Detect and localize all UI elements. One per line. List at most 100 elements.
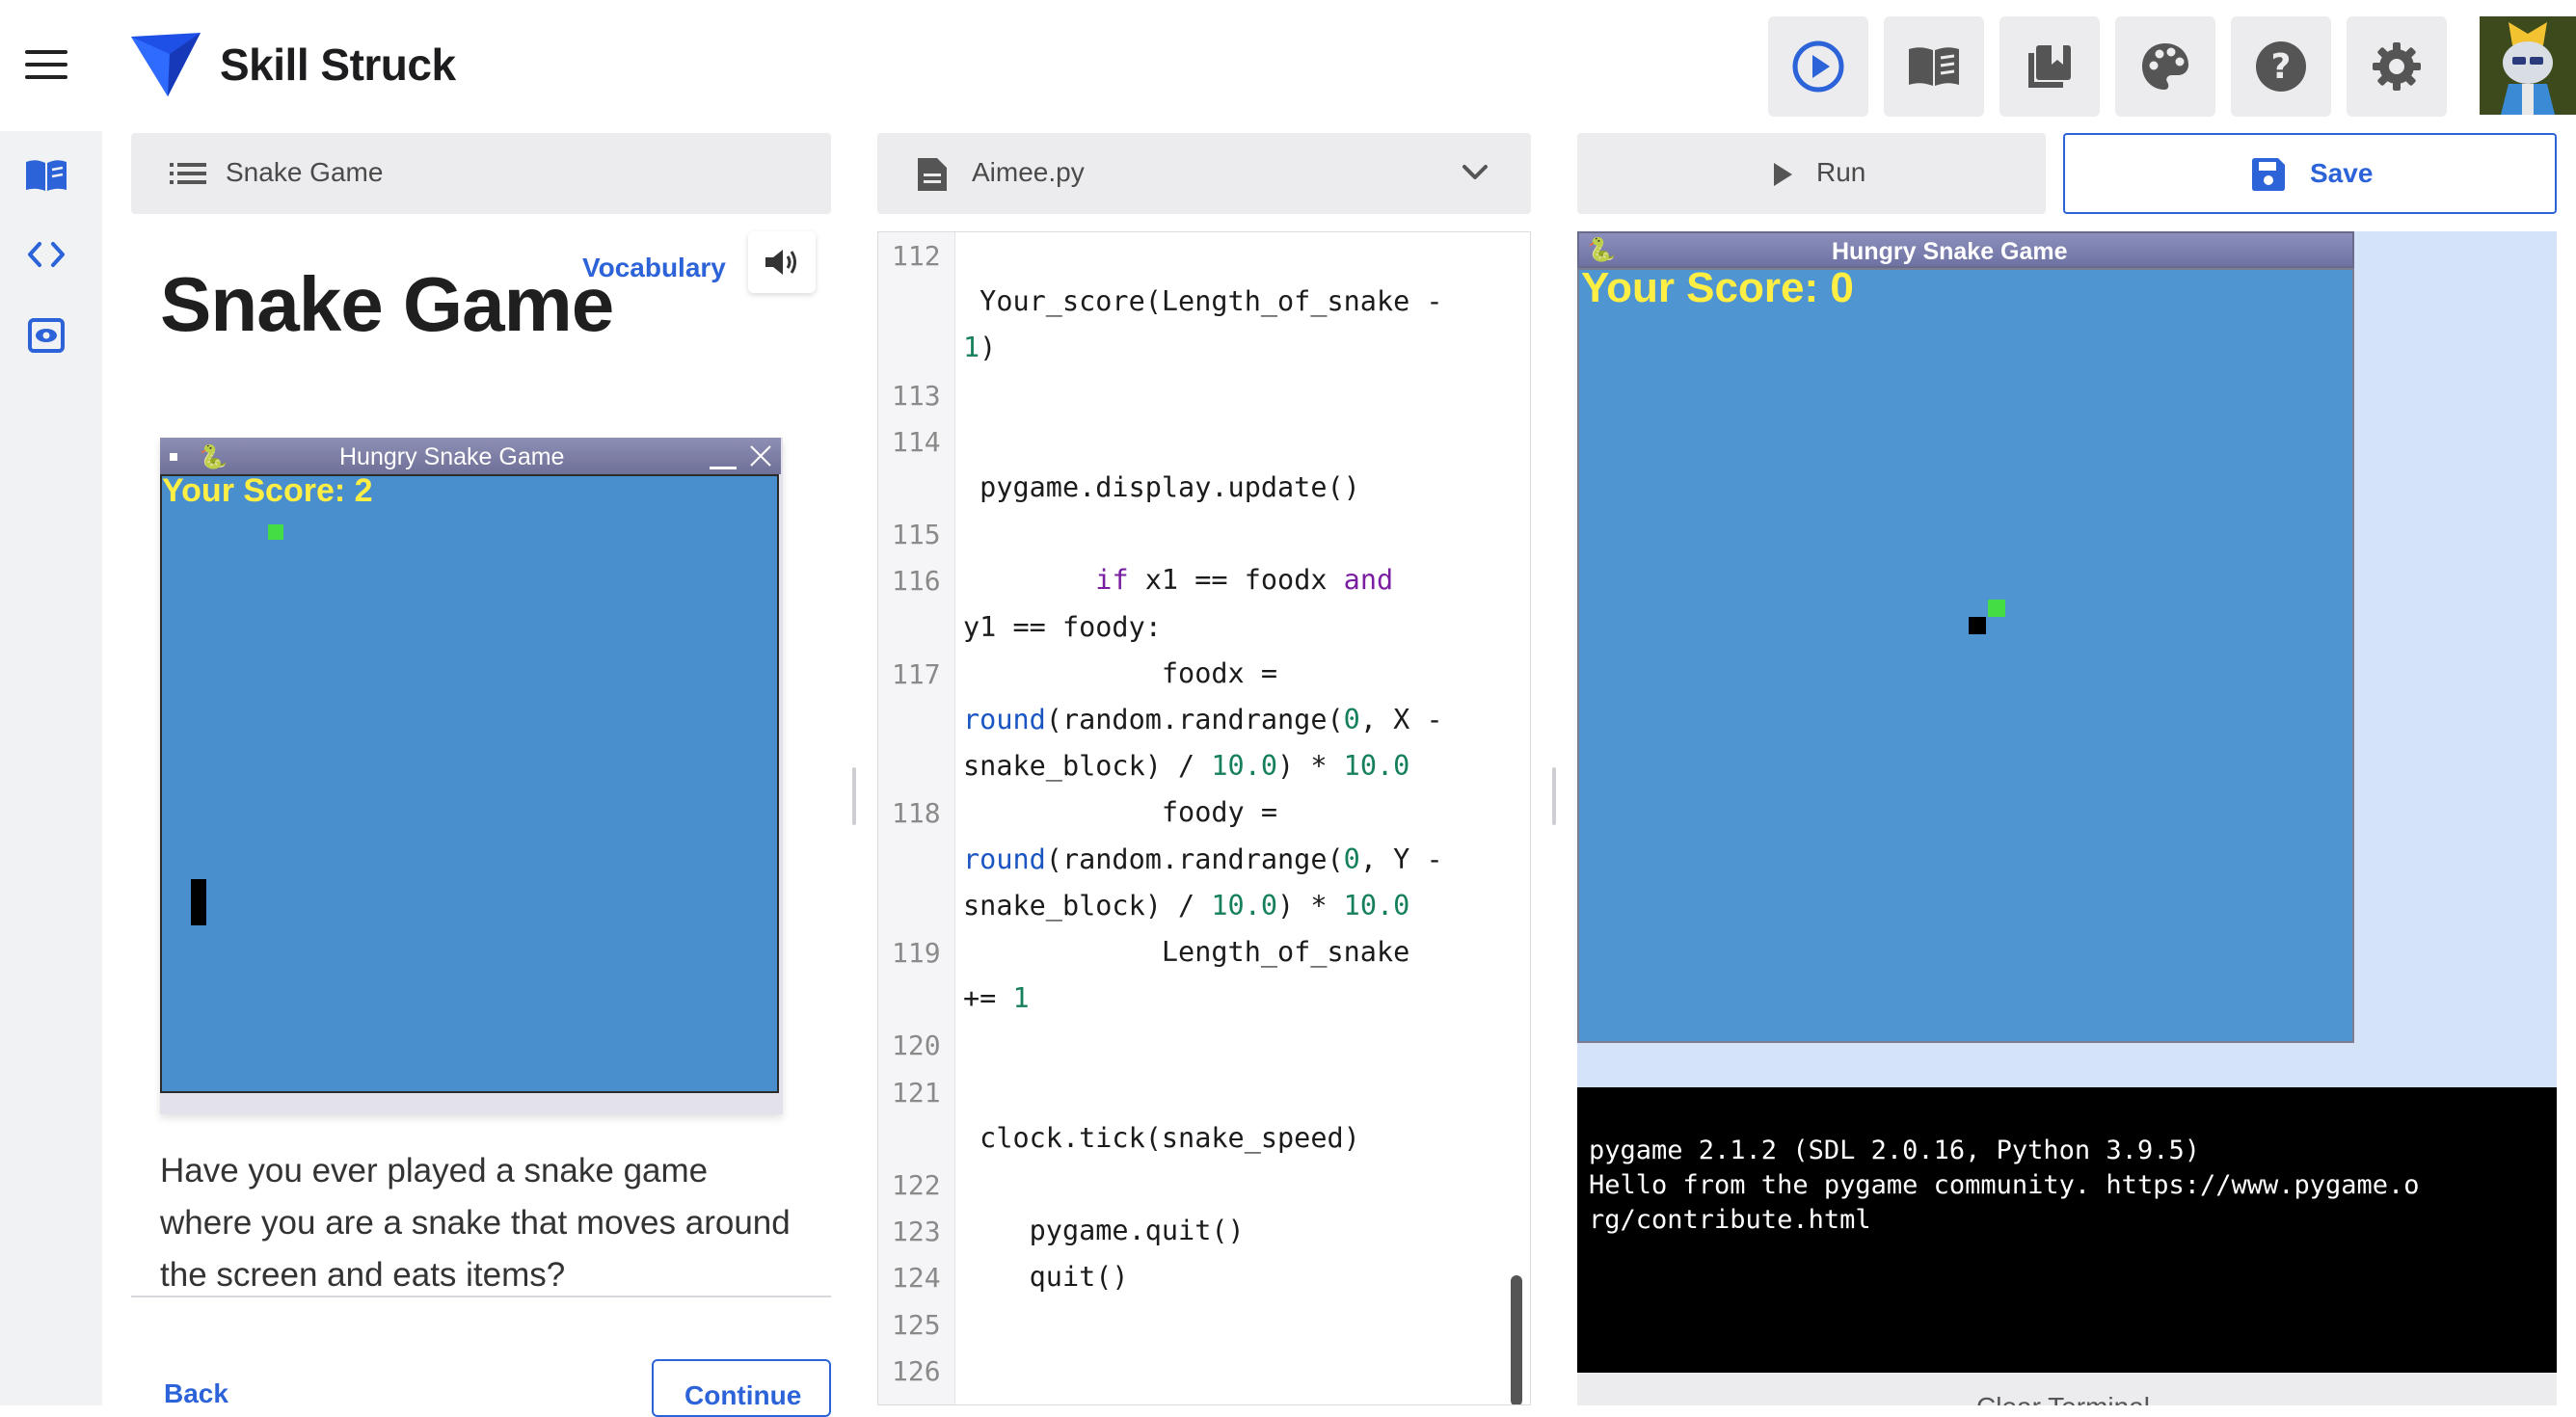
rail-lesson-button[interactable] xyxy=(23,154,69,197)
list-icon xyxy=(170,163,206,184)
left-rail xyxy=(0,131,102,1405)
output-game-window-title: Hungry Snake Game xyxy=(1832,238,2068,265)
code-line: round(random.randrange(0, Y - xyxy=(963,842,1443,875)
code-line: Your_score(Length_of_snake - xyxy=(963,285,1443,318)
file-selector[interactable]: Aimee.py xyxy=(877,133,1531,214)
help-button[interactable]: ? xyxy=(2231,16,2331,117)
code-line: foodx = xyxy=(963,656,1278,689)
code-line: pygame.quit() xyxy=(963,1215,1245,1247)
line-number: 124 xyxy=(892,1262,941,1295)
terminal-line: Hello from the pygame community. https:/… xyxy=(1589,1170,2420,1200)
lesson-game-window-title: Hungry Snake Game xyxy=(339,443,565,470)
code-line: clock.tick(snake_speed) xyxy=(963,1121,1360,1154)
code-line: 1) xyxy=(963,332,997,364)
lesson-editor-splitter[interactable] xyxy=(852,767,856,825)
output-game-field: Your Score: 0 xyxy=(1577,264,2354,1043)
book-open-icon xyxy=(1909,47,1959,86)
code-editor[interactable]: 112 Your_score(Length_of_snake - 1) 113 114… xyxy=(877,231,1531,1405)
lesson-game-field: Your Score: 2 xyxy=(160,472,779,1093)
file-name: Aimee.py xyxy=(972,157,1085,187)
line-number: 122 xyxy=(892,1169,941,1201)
editor-scrollbar[interactable] xyxy=(1511,1275,1522,1404)
clear-terminal-button[interactable]: Clear Terminal xyxy=(1577,1373,2557,1405)
code-line: if x1 == foodx and xyxy=(1095,564,1394,597)
lesson-book-button[interactable] xyxy=(1884,16,1984,117)
code-line: Length_of_snake xyxy=(963,936,1410,968)
lesson-game-image: 🐍 Hungry Snake Game Your Score: 2 xyxy=(160,438,783,1114)
lesson-paragraph: Have you ever played a snake game where … xyxy=(160,1152,791,1294)
lesson-header[interactable]: Snake Game xyxy=(131,133,831,214)
snake-food-square xyxy=(1988,600,2005,617)
continue-label: Continue xyxy=(684,1380,802,1410)
file-icon xyxy=(918,158,947,191)
svg-text:?: ? xyxy=(2271,47,2292,87)
python-logo-icon: 🐍 xyxy=(199,444,228,470)
help-icon: ? xyxy=(2256,41,2306,92)
output-game-score: Your Score: 0 xyxy=(1581,264,1854,311)
save-icon xyxy=(2252,158,2285,191)
terminal-line: pygame 2.1.2 (SDL 2.0.16, Python 3.9.5) xyxy=(1589,1136,2200,1165)
line-number: 118 xyxy=(892,797,941,830)
terminal-line: rg/contribute.html xyxy=(1589,1205,1871,1235)
back-button[interactable]: Back xyxy=(164,1378,228,1409)
continue-button[interactable]: Continue xyxy=(652,1359,831,1417)
save-label: Save xyxy=(2310,158,2374,188)
rail-preview-button[interactable] xyxy=(23,314,69,357)
settings-button[interactable] xyxy=(2347,16,2447,117)
line-number: 115 xyxy=(892,519,941,551)
snake-head xyxy=(1969,617,1986,634)
editor-output-splitter[interactable] xyxy=(1552,767,1556,825)
bookmarks-icon xyxy=(2028,45,2071,88)
run-preview-button[interactable] xyxy=(1768,16,1868,117)
save-button[interactable]: Save xyxy=(2063,133,2557,214)
line-number: 112 xyxy=(892,240,941,272)
output-pane: 🐍 Hungry Snake Game Your Score: 0 xyxy=(1577,231,2557,1087)
theme-palette-button[interactable] xyxy=(2115,16,2215,117)
top-bar: Skill Struck ? xyxy=(0,0,2576,131)
run-button[interactable]: Run xyxy=(1577,133,2046,214)
code-line: y1 == foody: xyxy=(963,610,1162,643)
user-avatar[interactable] xyxy=(2480,16,2576,115)
lesson-header-label: Snake Game xyxy=(226,157,384,187)
read-aloud-button[interactable] xyxy=(748,231,816,293)
skill-struck-logo-icon xyxy=(131,33,201,96)
rail-code-button[interactable] xyxy=(23,233,69,276)
line-number: 125 xyxy=(892,1308,941,1341)
line-number: 123 xyxy=(892,1216,941,1248)
cat-avatar-icon xyxy=(2480,16,2576,115)
code-line: foody = xyxy=(963,796,1278,829)
run-label: Run xyxy=(1816,157,1866,187)
clear-terminal-label: Clear Terminal xyxy=(1976,1392,2150,1405)
code-icon xyxy=(28,242,65,267)
line-number: 121 xyxy=(892,1076,941,1109)
snake-body xyxy=(191,879,206,925)
terminal[interactable]: pygame 2.1.2 (SDL 2.0.16, Python 3.9.5) H… xyxy=(1577,1087,2557,1373)
hamburger-menu-icon[interactable] xyxy=(25,50,67,79)
line-number: 117 xyxy=(892,657,941,690)
lesson-book-icon xyxy=(26,160,67,191)
snake-food xyxy=(268,524,283,540)
line-number: 113 xyxy=(892,379,941,412)
line-number: 126 xyxy=(892,1354,941,1387)
chevron-down-icon xyxy=(1462,165,1488,179)
code-line: snake_block) / 10.0) * 10.0 xyxy=(963,750,1410,783)
code-line: round(random.randrange(0, X - xyxy=(963,704,1443,735)
line-number: 120 xyxy=(892,1029,941,1062)
lesson-game-score: Your Score: 2 xyxy=(162,472,373,509)
python-logo-icon: 🐍 xyxy=(1587,237,1616,263)
lesson-title: Snake Game xyxy=(160,261,614,347)
play-icon xyxy=(1774,163,1792,186)
code-line: quit() xyxy=(963,1261,1129,1294)
app-name[interactable]: Skill Struck xyxy=(220,39,456,91)
palette-icon xyxy=(2142,43,2188,90)
output-game-window[interactable]: 🐍 Hungry Snake Game Your Score: 0 xyxy=(1577,231,2354,1043)
code-line: snake_block) / 10.0) * 10.0 xyxy=(963,889,1410,922)
settings-icon xyxy=(2373,42,2421,91)
bookmarks-button[interactable] xyxy=(1999,16,2100,117)
speaker-icon xyxy=(765,250,796,275)
minimize-icon xyxy=(710,467,737,469)
play-circle-icon xyxy=(1792,40,1844,93)
line-number: 116 xyxy=(892,565,941,598)
output-game-titlebar: 🐍 Hungry Snake Game xyxy=(1577,231,2354,268)
line-number: 119 xyxy=(892,937,941,969)
